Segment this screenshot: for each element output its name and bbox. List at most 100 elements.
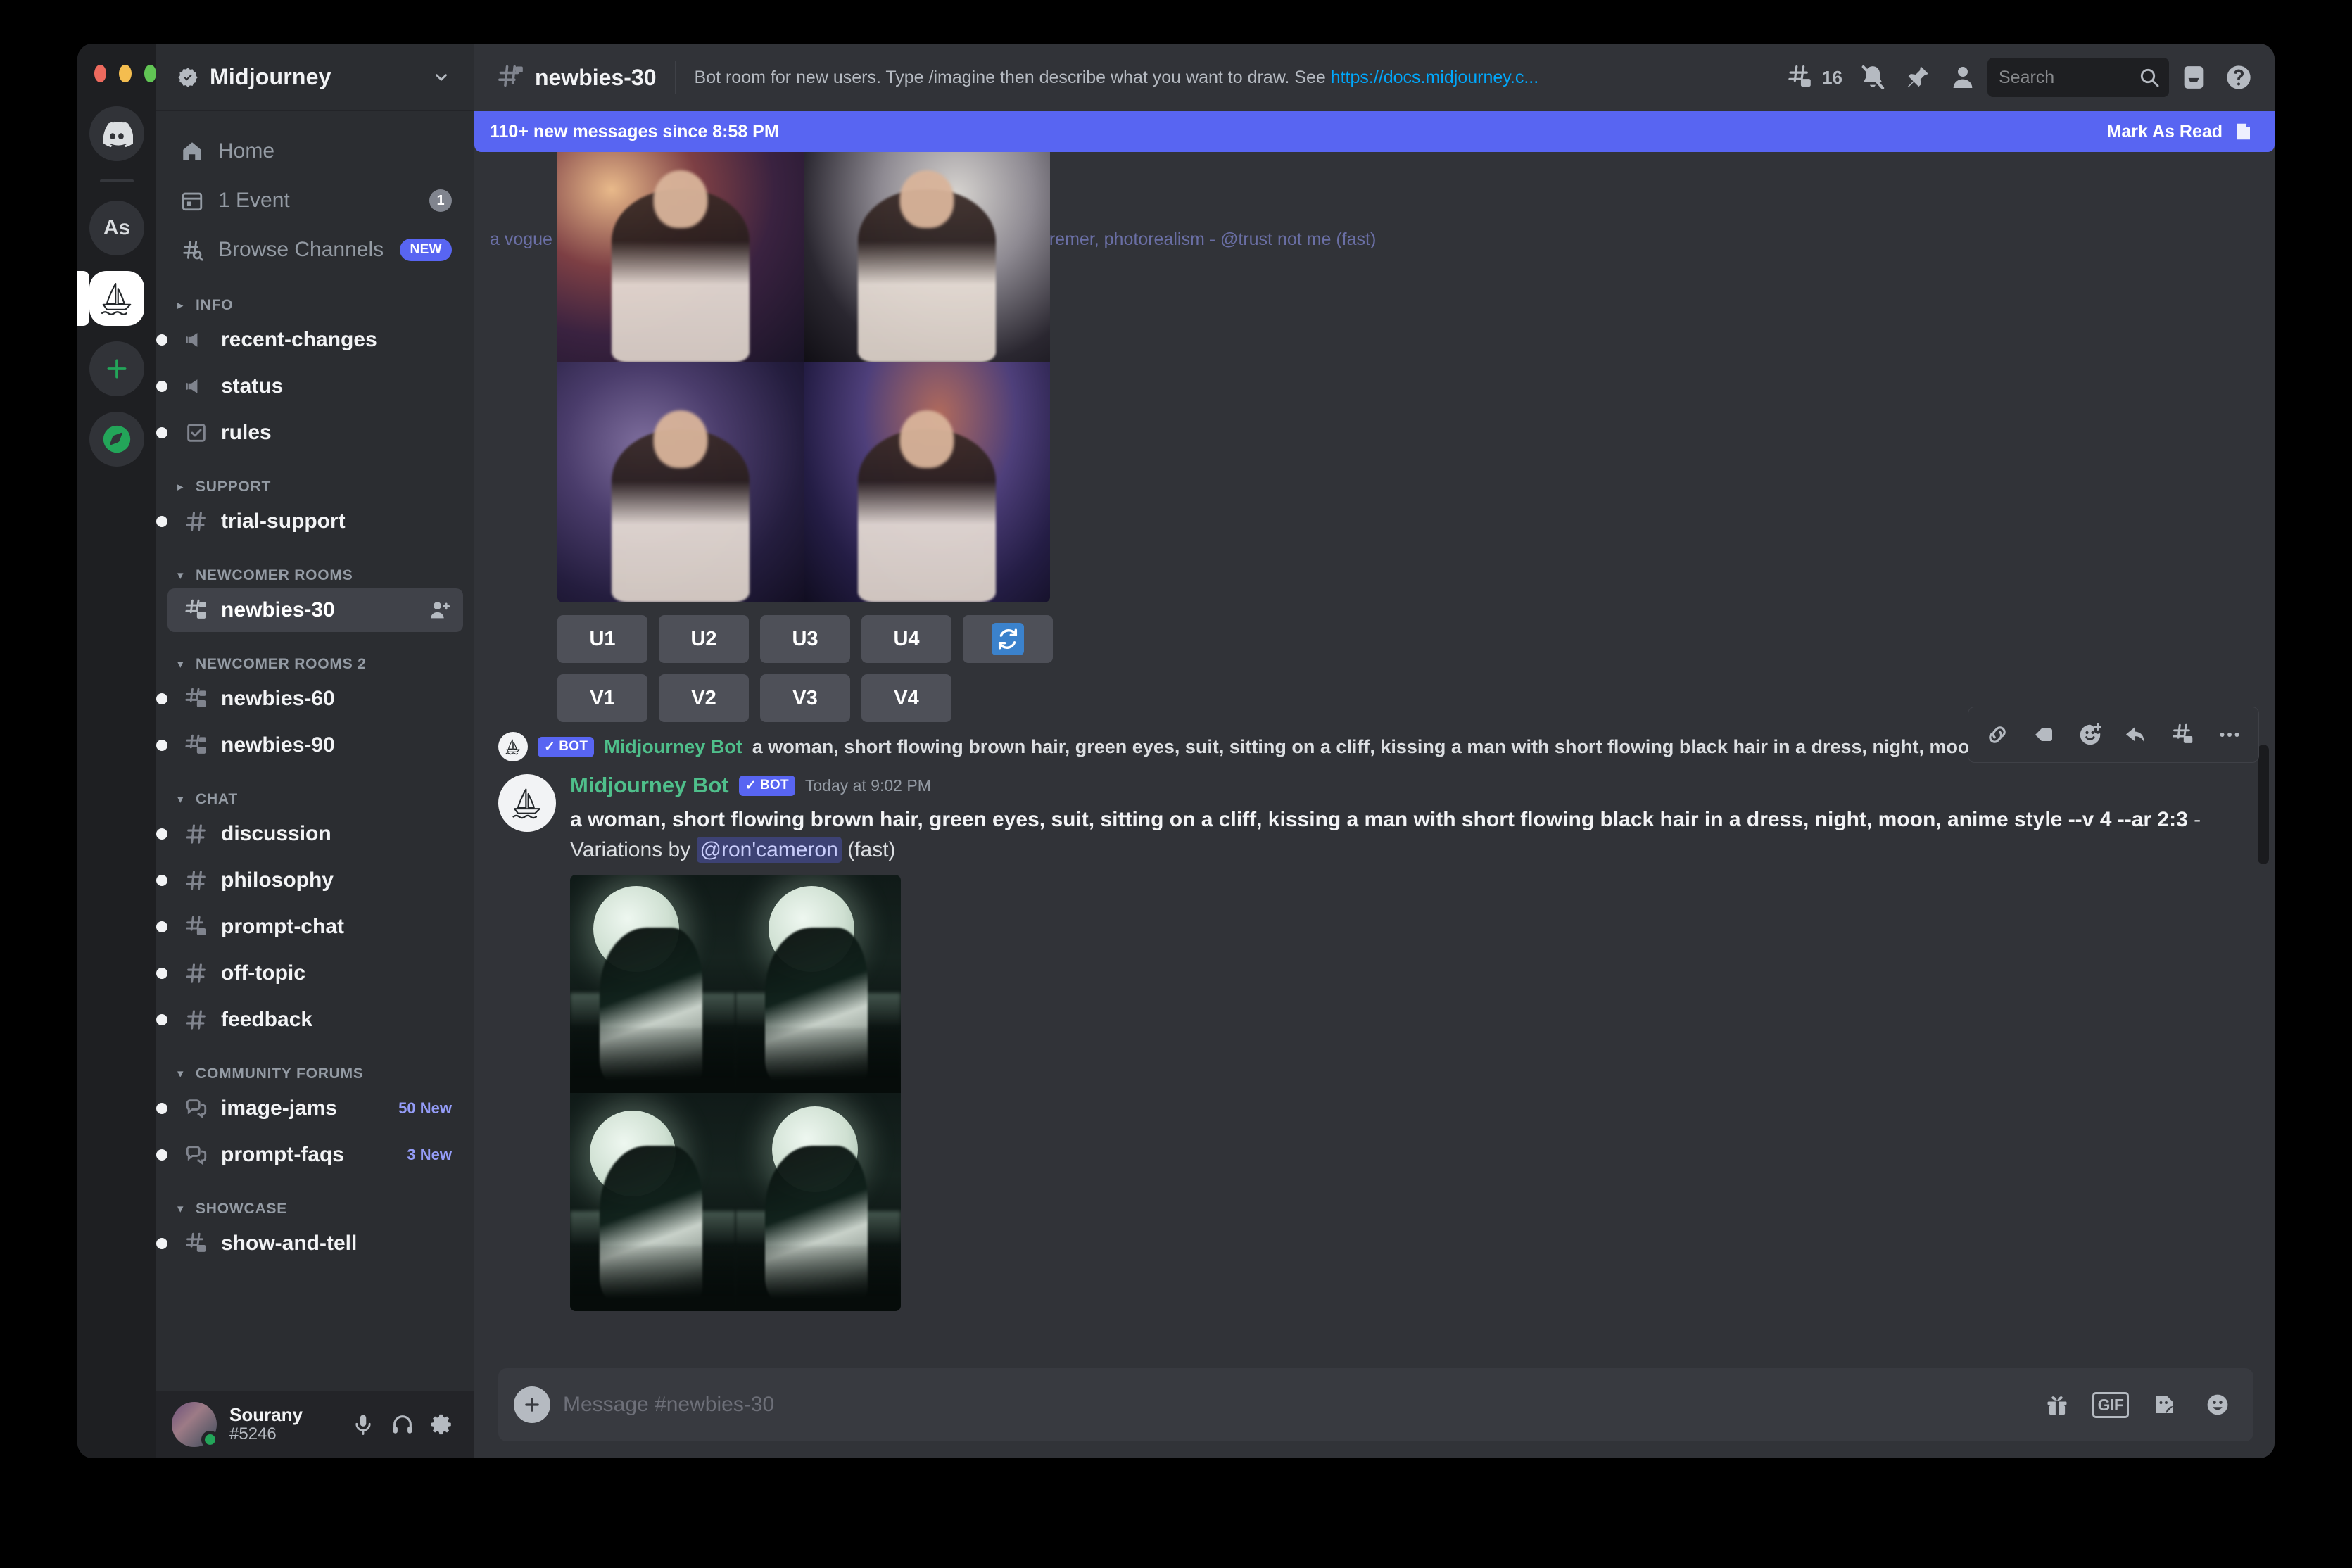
grid-cell[interactable] (804, 122, 1050, 362)
sidebar-item-prompt-chat[interactable]: prompt-chat (156, 905, 463, 949)
upscale-u1-button[interactable]: U1 (557, 615, 647, 663)
chevron-down-icon: ▾ (177, 1202, 184, 1215)
hash-lock-icon (183, 732, 210, 759)
sidebar-item-newbies-30[interactable]: newbies-30 (167, 588, 463, 632)
generated-image-grid-1[interactable] (474, 111, 2275, 602)
zoom-window-button[interactable] (144, 65, 156, 82)
sidebar-item-prompt-faqs[interactable]: prompt-faqs 3 New (156, 1133, 463, 1177)
user-settings-button[interactable] (422, 1405, 462, 1444)
server-item-midjourney[interactable] (77, 271, 144, 326)
message-prompt-text: a woman, short flowing brown hair, green… (570, 808, 2188, 831)
sidebar-item-discussion[interactable]: discussion (156, 812, 463, 856)
channel-topic-link[interactable]: https://docs.midjourney.c... (1331, 68, 1539, 87)
gif-button[interactable]: GIF (2090, 1384, 2131, 1425)
user-identity[interactable]: Sourany #5246 (229, 1404, 343, 1444)
grid-cell[interactable] (570, 875, 735, 1094)
category-newcomer-rooms-2[interactable]: ▾ NEWCOMER ROOMS 2 (156, 656, 474, 673)
generated-image-grid-2[interactable] (570, 865, 2253, 1312)
server-item-as[interactable]: As (89, 201, 144, 255)
sidebar-item-rules[interactable]: rules (156, 411, 463, 455)
add-reaction-icon[interactable] (2068, 713, 2112, 757)
sidebar-item-trial-support[interactable]: trial-support (156, 500, 463, 543)
reroll-button[interactable] (963, 615, 1053, 663)
upscale-u2-button[interactable]: U2 (659, 615, 749, 663)
sidebar-item-home[interactable]: Home (167, 128, 463, 175)
avatar[interactable] (172, 1402, 219, 1448)
gift-button[interactable] (2037, 1384, 2078, 1425)
message-compact-preview[interactable]: ✓ BOT Midjourney Bot a woman, short flow… (474, 707, 2275, 763)
bot-avatar-small[interactable] (498, 732, 528, 761)
microphone-button[interactable] (343, 1405, 383, 1444)
message-author[interactable]: Midjourney Bot (570, 773, 729, 798)
sidebar-item-off-topic[interactable]: off-topic (156, 951, 463, 995)
link-icon[interactable] (1975, 713, 2019, 757)
category-support[interactable]: ▸ SUPPORT (156, 479, 474, 495)
category-showcase[interactable]: ▾ SHOWCASE (156, 1201, 474, 1218)
sidebar-item-events[interactable]: 1 Event 1 (167, 177, 463, 224)
category-newcomer-rooms[interactable]: ▾ NEWCOMER ROOMS (156, 567, 474, 584)
upscale-u3-button[interactable]: U3 (760, 615, 850, 663)
more-options-icon[interactable] (2208, 713, 2251, 757)
sidebar-item-show-and-tell[interactable]: show-and-tell (156, 1222, 463, 1265)
add-attachment-button[interactable] (514, 1386, 550, 1423)
search-input[interactable]: Search (1987, 58, 2169, 97)
unread-indicator (156, 693, 167, 704)
sidebar-item-philosophy[interactable]: philosophy (156, 859, 463, 902)
chevron-down-icon: ▾ (177, 1067, 184, 1080)
message-composer[interactable]: Message #newbies-30 GIF (498, 1368, 2253, 1441)
grid-cell[interactable] (735, 875, 901, 1094)
close-window-button[interactable] (94, 65, 107, 82)
sidebar-item-feedback[interactable]: feedback (156, 998, 463, 1042)
sidebar-item-newbies-90[interactable]: newbies-90 (156, 723, 463, 767)
upscale-u4-button[interactable]: U4 (861, 615, 951, 663)
category-chat[interactable]: ▾ CHAT (156, 791, 474, 808)
headphones-button[interactable] (383, 1405, 422, 1444)
message-author[interactable]: Midjourney Bot (604, 736, 742, 758)
grid-cell[interactable] (735, 1093, 901, 1312)
sidebar-item-newbies-60[interactable]: newbies-60 (156, 677, 463, 721)
variation-v3-button[interactable]: V3 (760, 674, 850, 722)
grid-cell[interactable] (557, 362, 804, 602)
message-scrollbar[interactable] (2258, 745, 2269, 864)
pinned-messages-button[interactable] (1897, 57, 1938, 98)
sidebar-item-status[interactable]: status (156, 365, 463, 408)
explore-servers-button[interactable] (89, 412, 144, 467)
member-list-button[interactable] (1942, 57, 1983, 98)
hash-icon (183, 960, 210, 987)
category-community-forums[interactable]: ▾ COMMUNITY FORUMS (156, 1066, 474, 1082)
category-info[interactable]: ▸ INFO (156, 297, 474, 314)
bot-avatar[interactable] (498, 774, 556, 832)
guild-header[interactable]: Midjourney (156, 44, 474, 111)
grid-cell[interactable] (570, 1093, 735, 1312)
notification-settings-button[interactable] (1852, 57, 1893, 98)
channel-topic[interactable]: Bot room for new users. Type /imagine th… (695, 68, 1766, 88)
new-messages-banner[interactable]: 110+ new messages since 8:58 PM Mark As … (474, 111, 2275, 152)
create-invite-icon[interactable] (428, 598, 452, 622)
emoji-button[interactable] (2197, 1384, 2238, 1425)
sidebar-item-image-jams[interactable]: image-jams 50 New (156, 1087, 463, 1130)
mark-as-read-button[interactable]: Mark As Read (2107, 121, 2253, 142)
help-button[interactable] (2218, 57, 2259, 98)
message-body: a woman, short flowing brown hair, green… (570, 805, 2253, 865)
category-label: INFO (196, 297, 234, 313)
grid-cell[interactable] (804, 362, 1050, 602)
reply-icon[interactable] (2115, 713, 2158, 757)
sticker-button[interactable] (2144, 1384, 2185, 1425)
threads-button[interactable] (1780, 57, 1821, 98)
variation-v4-button[interactable]: V4 (861, 674, 951, 722)
variation-v1-button[interactable]: V1 (557, 674, 647, 722)
sidebar-item-browse-channels[interactable]: Browse Channels NEW (167, 227, 463, 273)
bot-badge: ✓ BOT (538, 736, 595, 757)
direct-messages-button[interactable] (89, 106, 144, 161)
minimize-window-button[interactable] (119, 65, 132, 82)
add-server-button[interactable] (89, 341, 144, 396)
sidebar-item-recent-changes[interactable]: recent-changes (156, 318, 463, 362)
image-grid (557, 122, 1050, 602)
tag-icon[interactable] (2022, 713, 2066, 757)
variation-v2-button[interactable]: V2 (659, 674, 749, 722)
grid-cell[interactable] (557, 122, 804, 362)
user-mention[interactable]: @ron'cameron (696, 836, 842, 863)
inbox-button[interactable] (2173, 57, 2214, 98)
chevron-right-icon: ▸ (177, 298, 184, 312)
create-thread-icon[interactable] (2161, 713, 2205, 757)
